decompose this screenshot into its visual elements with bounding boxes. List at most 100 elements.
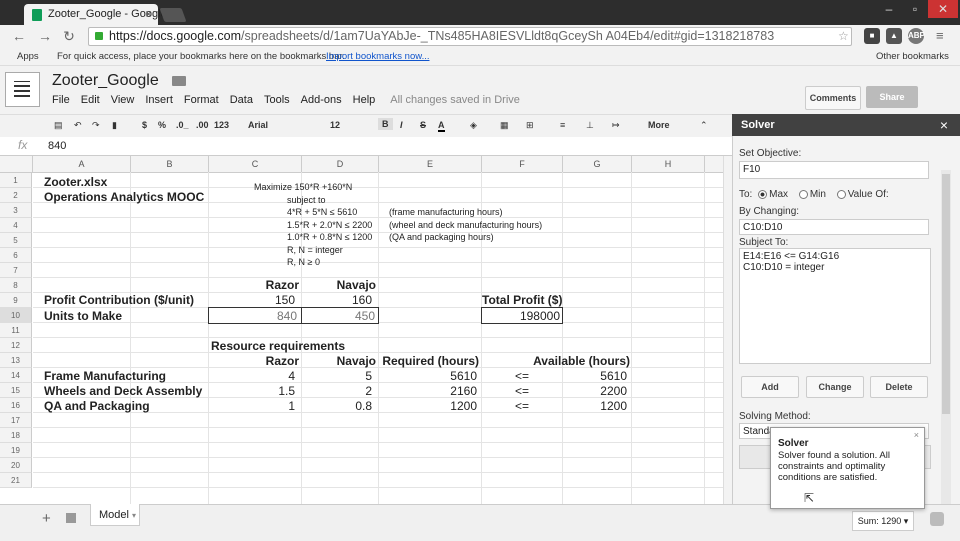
solver-scrollbar[interactable] bbox=[941, 170, 951, 504]
column-header[interactable]: A bbox=[33, 156, 131, 172]
model-constraint-3-note[interactable]: (QA and packaging hours) bbox=[389, 232, 494, 242]
borders-icon[interactable]: ▦ bbox=[500, 120, 509, 131]
header-razor[interactable]: Razor bbox=[209, 278, 299, 292]
row-header[interactable]: 14 bbox=[0, 368, 32, 383]
font-size-dropdown[interactable]: 12 bbox=[330, 120, 340, 130]
address-bar[interactable]: https://docs.google.com/spreadsheets/d/1… bbox=[88, 27, 852, 46]
row-header[interactable]: 15 bbox=[0, 383, 32, 398]
row-header[interactable]: 17 bbox=[0, 413, 32, 428]
resource-required[interactable]: 5610 bbox=[379, 369, 477, 383]
sheet-tab-model[interactable]: Model ▾ bbox=[90, 504, 140, 526]
objective-input[interactable]: F10 bbox=[739, 161, 929, 179]
required-hours-header[interactable]: Required (hours) bbox=[379, 354, 479, 368]
menu-addons[interactable]: Add-ons bbox=[301, 94, 342, 106]
resource-razor[interactable]: 4 bbox=[209, 369, 295, 383]
percent-format-button[interactable]: % bbox=[158, 120, 166, 130]
model-objective[interactable]: Maximize 150*R +160*N bbox=[254, 182, 352, 192]
minimize-icon[interactable]: ‒ bbox=[876, 0, 902, 18]
scroll-thumb[interactable] bbox=[942, 174, 950, 414]
row-header[interactable]: 3 bbox=[0, 203, 32, 218]
resource-name[interactable]: QA and Packaging bbox=[44, 399, 150, 413]
row-header[interactable]: 19 bbox=[0, 443, 32, 458]
menu-format[interactable]: Format bbox=[184, 94, 219, 106]
column-header[interactable]: C bbox=[209, 156, 302, 172]
row-header[interactable]: 6 bbox=[0, 248, 32, 263]
select-all-corner[interactable] bbox=[0, 156, 33, 172]
units-to-make-label[interactable]: Units to Make bbox=[44, 309, 122, 323]
new-tab-button[interactable] bbox=[159, 8, 187, 22]
resource-operator[interactable]: <= bbox=[500, 369, 544, 383]
reload-icon[interactable]: ↻ bbox=[60, 27, 78, 45]
row-header[interactable]: 5 bbox=[0, 233, 32, 248]
column-header[interactable]: B bbox=[131, 156, 209, 172]
resource-razor[interactable]: 1.5 bbox=[209, 384, 295, 398]
menu-tools[interactable]: Tools bbox=[264, 94, 290, 106]
extension-puzzle-icon[interactable]: ▲ bbox=[886, 28, 902, 44]
undo-icon[interactable]: ↶ bbox=[74, 120, 82, 131]
font-dropdown[interactable]: Arial bbox=[248, 120, 268, 130]
model-constraint-3[interactable]: 1.0*R + 0.8*N ≤ 1200 bbox=[287, 232, 372, 242]
resource-navajo[interactable]: 5 bbox=[302, 369, 372, 383]
apps-bookmark[interactable]: Apps bbox=[17, 51, 39, 62]
add-sheet-button[interactable]: + bbox=[42, 510, 51, 527]
resource-available[interactable]: 5610 bbox=[563, 369, 627, 383]
text-color-button[interactable]: A bbox=[438, 120, 445, 132]
more-button[interactable]: More bbox=[648, 120, 670, 130]
changing-cells-input[interactable]: C10:D10 bbox=[739, 219, 929, 235]
resource-header-razor[interactable]: Razor bbox=[209, 354, 299, 368]
menu-file[interactable]: File bbox=[52, 94, 70, 106]
row-header[interactable]: 9 bbox=[0, 293, 32, 308]
popup-close-icon[interactable]: × bbox=[914, 430, 919, 440]
resource-razor[interactable]: 1 bbox=[209, 399, 295, 413]
row-header[interactable]: 2 bbox=[0, 188, 32, 203]
resource-operator[interactable]: <= bbox=[500, 399, 544, 413]
row-header[interactable]: 18 bbox=[0, 428, 32, 443]
min-radio[interactable] bbox=[798, 189, 808, 199]
menu-data[interactable]: Data bbox=[230, 94, 253, 106]
menu-edit[interactable]: Edit bbox=[81, 94, 100, 106]
row-header[interactable]: 13 bbox=[0, 353, 32, 368]
row-header[interactable]: 7 bbox=[0, 263, 32, 278]
row-header[interactable]: 10 bbox=[0, 308, 32, 323]
tab-close-icon[interactable]: × bbox=[145, 7, 152, 21]
model-constraint-2[interactable]: 1.5*R + 2.0*N ≤ 2200 bbox=[287, 220, 372, 230]
strikethrough-button[interactable]: S bbox=[420, 120, 426, 130]
italic-button[interactable]: I bbox=[400, 120, 403, 130]
available-hours-header[interactable]: Available (hours) bbox=[520, 354, 630, 368]
model-nonneg-note[interactable]: R, N ≥ 0 bbox=[287, 257, 320, 267]
bookmark-star-icon[interactable]: ☆ bbox=[838, 29, 849, 43]
folder-icon[interactable] bbox=[172, 76, 186, 86]
column-header[interactable]: E bbox=[379, 156, 482, 172]
resource-header-navajo[interactable]: Navajo bbox=[302, 354, 376, 368]
tab-dropdown-icon[interactable]: ▾ bbox=[132, 511, 136, 520]
collapse-menu-icon[interactable]: ⌃ bbox=[700, 120, 708, 131]
formula-value[interactable]: 840 bbox=[48, 140, 66, 152]
column-header[interactable]: G bbox=[563, 156, 632, 172]
model-subject-to[interactable]: subject to bbox=[287, 195, 326, 205]
model-integer-note[interactable]: R, N = integer bbox=[287, 245, 343, 255]
bold-button[interactable]: B bbox=[378, 118, 393, 130]
text-wrap-icon[interactable]: ↦ bbox=[612, 120, 620, 131]
row-header[interactable]: 21 bbox=[0, 473, 32, 488]
resource-name[interactable]: Wheels and Deck Assembly bbox=[44, 384, 202, 398]
units-navajo[interactable]: 450 bbox=[302, 309, 375, 323]
menu-help[interactable]: Help bbox=[353, 94, 376, 106]
row-header[interactable]: 20 bbox=[0, 458, 32, 473]
resource-required[interactable]: 1200 bbox=[379, 399, 477, 413]
extension-icon[interactable]: ■ bbox=[864, 28, 880, 44]
resource-operator[interactable]: <= bbox=[500, 384, 544, 398]
delete-constraint-button[interactable]: Delete bbox=[870, 376, 928, 398]
merge-cells-icon[interactable]: ⊞ bbox=[526, 120, 534, 131]
sheets-home-icon[interactable] bbox=[5, 72, 40, 107]
resource-navajo[interactable]: 2 bbox=[302, 384, 372, 398]
header-navajo[interactable]: Navajo bbox=[302, 278, 376, 292]
increase-decimal-button[interactable]: .00 bbox=[196, 120, 209, 130]
constraint-item[interactable]: E14:E16 <= G14:G16 bbox=[743, 251, 927, 262]
back-icon[interactable]: ← bbox=[10, 27, 28, 45]
explore-icon[interactable] bbox=[930, 512, 944, 526]
menu-view[interactable]: View bbox=[111, 94, 135, 106]
column-header[interactable]: H bbox=[632, 156, 705, 172]
column-header[interactable]: F bbox=[482, 156, 563, 172]
profit-contribution-label[interactable]: Profit Contribution ($/unit) bbox=[44, 293, 194, 307]
total-profit-value[interactable]: 198000 bbox=[482, 309, 560, 323]
